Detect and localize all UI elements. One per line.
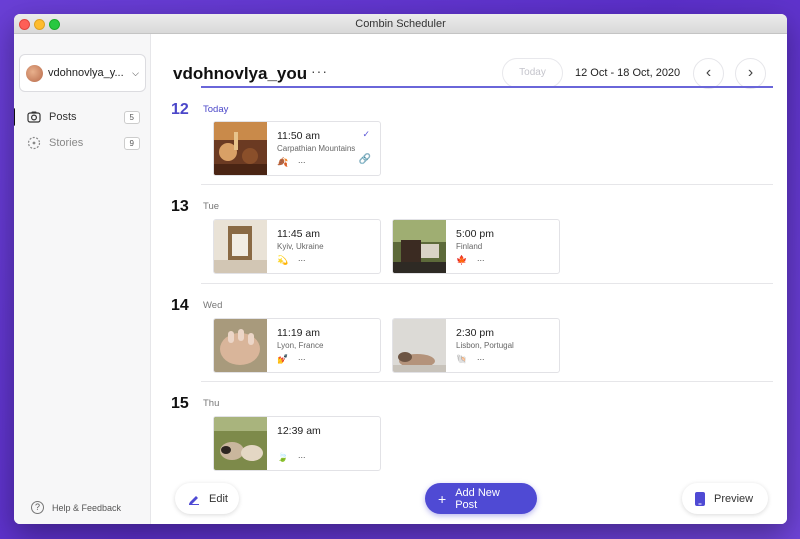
post-time: 12:39 am: [277, 425, 321, 437]
post-caption-more: ...: [298, 253, 306, 263]
post-caption-more: ...: [298, 352, 306, 362]
page-title: vdohnovlya_you: [173, 64, 308, 83]
post-thumbnail: [214, 220, 267, 273]
day-number: 13: [171, 198, 189, 215]
post-card[interactable]: 12:39 am 🍃 ...: [213, 416, 381, 471]
day-row: 14 Wed 11:19 am Lyon, France 💅 ... 2:30 …: [171, 283, 773, 373]
preview-button[interactable]: Preview: [682, 483, 768, 514]
help-label: Help & Feedback: [52, 502, 122, 513]
post-location: Finland: [456, 242, 483, 251]
title-bar: Combin Scheduler: [14, 14, 787, 34]
post-thumbnail: [214, 122, 267, 175]
pencil-icon: [188, 493, 200, 505]
day-row: 12 Today 11:50 am Carpathian Mountains 🍂…: [171, 86, 773, 176]
sidebar: vdohnovlya_y... ⌵ Posts 5 Stories 9 ? He…: [14, 34, 151, 524]
add-new-post-button[interactable]: + Add New Post: [425, 483, 537, 514]
day-divider: [201, 283, 773, 284]
chevron-down-icon: ⌵: [132, 67, 139, 78]
post-caption-emoji: 💅: [277, 354, 289, 364]
post-time: 11:19 am: [277, 327, 320, 339]
post-thumbnail: [214, 417, 267, 470]
day-number: 14: [171, 297, 189, 314]
previous-week-button[interactable]: ‹: [693, 58, 724, 89]
day-row: 15 Thu 12:39 am 🍃 ...: [171, 381, 773, 471]
post-caption-more: ...: [298, 450, 306, 460]
camera-icon: [27, 110, 41, 124]
plus-icon: +: [438, 490, 447, 507]
post-location: Lyon, France: [277, 341, 324, 350]
add-new-post-label: Add New Post: [455, 486, 500, 511]
post-location: Carpathian Mountains: [277, 144, 356, 153]
app-window: Combin Scheduler vdohnovlya_y... ⌵ Posts…: [14, 14, 787, 524]
day-name: Today: [203, 104, 229, 115]
chevron-right-icon: ›: [747, 64, 754, 81]
day-name: Tue: [203, 201, 220, 212]
stories-icon: [27, 136, 41, 150]
account-switcher[interactable]: vdohnovlya_y... ⌵: [19, 54, 146, 92]
post-caption-emoji: 🍃: [277, 452, 289, 462]
phone-icon: [695, 491, 705, 506]
edit-label: Edit: [209, 492, 228, 505]
window-title: Combin Scheduler: [355, 18, 446, 30]
post-card[interactable]: 5:00 pm Finland 🍁 ...: [392, 219, 560, 274]
today-button[interactable]: Today: [502, 58, 563, 88]
account-name: vdohnovlya_y...: [48, 67, 124, 79]
date-range: 12 Oct - 18 Oct, 2020: [575, 67, 681, 79]
post-card[interactable]: 11:50 am Carpathian Mountains 🍂 ... ✓ 🔗: [213, 121, 381, 176]
post-caption-more: ...: [298, 155, 306, 165]
post-thumbnail: [393, 319, 446, 372]
post-caption-more: ...: [477, 253, 485, 263]
more-options-icon[interactable]: ···: [311, 63, 328, 79]
edit-button[interactable]: Edit: [175, 483, 239, 514]
post-time: 11:45 am: [277, 228, 320, 240]
maximize-window-button[interactable]: [49, 19, 60, 30]
post-caption-emoji: 🐚: [456, 354, 468, 364]
post-time: 11:50 am: [277, 130, 320, 142]
check-icon: ✓: [362, 129, 370, 139]
day-divider: [201, 86, 773, 88]
day-divider: [201, 184, 773, 185]
next-week-button[interactable]: ›: [735, 58, 766, 89]
day-row: 13 Tue 11:45 am Kyiv, Ukraine 💫 ... 5:00…: [171, 184, 773, 274]
post-card[interactable]: 11:45 am Kyiv, Ukraine 💫 ...: [213, 219, 381, 274]
sidebar-item-label: Stories: [49, 137, 84, 149]
minimize-window-button[interactable]: [34, 19, 45, 30]
sidebar-item-label: Posts: [49, 111, 77, 123]
day-name: Thu: [203, 398, 220, 409]
day-number: 15: [171, 395, 189, 412]
post-time: 5:00 pm: [456, 228, 494, 240]
question-icon: ?: [31, 501, 44, 514]
stories-count-badge: 9: [123, 136, 140, 150]
link-icon: 🔗: [358, 154, 371, 165]
post-card[interactable]: 11:19 am Lyon, France 💅 ...: [213, 318, 381, 373]
sidebar-item-stories[interactable]: Stories 9: [14, 132, 150, 154]
post-location: Kyiv, Ukraine: [277, 242, 324, 251]
main-content: vdohnovlya_you ··· Today 12 Oct - 18 Oct…: [151, 34, 787, 524]
post-thumbnail: [214, 319, 267, 372]
post-caption-emoji: 🍂: [277, 157, 289, 167]
day-number: 12: [171, 101, 189, 118]
day-divider: [201, 381, 773, 382]
post-time: 2:30 pm: [456, 327, 494, 339]
day-name: Wed: [203, 300, 223, 311]
posts-count-badge: 5: [123, 110, 140, 124]
post-caption-more: ...: [477, 352, 485, 362]
preview-label: Preview: [714, 492, 754, 505]
sidebar-item-posts[interactable]: Posts 5: [14, 106, 150, 128]
post-caption-emoji: 🍁: [456, 255, 468, 265]
post-caption-emoji: 💫: [277, 255, 289, 265]
post-location: Lisbon, Portugal: [456, 341, 514, 350]
close-window-button[interactable]: [19, 19, 30, 30]
post-thumbnail: [393, 220, 446, 273]
chevron-left-icon: ‹: [705, 64, 712, 81]
post-card[interactable]: 2:30 pm Lisbon, Portugal 🐚 ...: [392, 318, 560, 373]
help-feedback-link[interactable]: ? Help & Feedback: [31, 501, 121, 514]
avatar: [26, 64, 43, 82]
